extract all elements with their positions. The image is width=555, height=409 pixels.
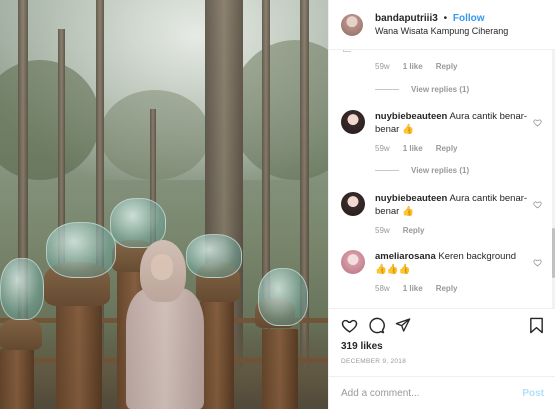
post-actions: 319 likes DECEMBER 9, 2018 — [329, 308, 555, 376]
truncated-comment-edge — [343, 50, 351, 52]
commenter-username[interactable]: nuybiebeauteen — [375, 193, 447, 204]
view-replies-button[interactable]: View replies (1) — [375, 166, 469, 175]
like-heart-icon[interactable] — [533, 258, 542, 267]
add-comment-bar: Post — [329, 376, 555, 409]
commenter-username[interactable]: nuybiebeauteen — [375, 111, 447, 122]
comment-age[interactable]: 59w — [375, 62, 390, 71]
comment-body: nuybiebeauteen Aura cantik benar-benar 👍 — [375, 192, 530, 218]
commenter-avatar[interactable] — [341, 110, 365, 134]
author-avatar[interactable] — [341, 13, 363, 36]
comment-age[interactable]: 58w — [375, 284, 390, 293]
bookmark-icon[interactable] — [529, 317, 544, 334]
heart-icon[interactable] — [341, 317, 358, 334]
like-heart-icon[interactable] — [533, 200, 542, 209]
photo-tint — [0, 0, 328, 409]
author-info: bandaputriii3 • Follow Wana Wisata Kampu… — [375, 12, 508, 38]
comment-item: ameliarosana Keren background 👍👍👍 — [341, 250, 544, 276]
action-icons — [341, 309, 544, 341]
share-icon[interactable] — [395, 317, 411, 333]
comment-item: nuybiebeauteen Aura cantik benar-benar 👍 — [341, 110, 544, 136]
comment-meta: 59w 1 like Reply — [375, 144, 458, 153]
comment-age[interactable]: 59w — [375, 226, 390, 235]
reply-button[interactable]: Reply — [436, 144, 458, 153]
comment-meta: 58w 1 like Reply — [375, 284, 458, 293]
commenter-avatar[interactable] — [341, 250, 365, 274]
view-replies-line — [375, 170, 399, 171]
view-replies-label: View replies (1) — [411, 85, 470, 94]
post-header: bandaputriii3 • Follow Wana Wisata Kampu… — [329, 0, 555, 50]
thumbs-up-icon: 👍 — [401, 124, 414, 135]
comment-likes[interactable]: 1 like — [403, 284, 423, 293]
header-separator: • — [443, 12, 448, 24]
add-comment-input[interactable] — [341, 387, 523, 399]
like-heart-icon[interactable] — [533, 118, 542, 127]
post-side-panel: bandaputriii3 • Follow Wana Wisata Kampu… — [328, 0, 555, 409]
thumbs-up-icon: 👍👍👍 — [375, 264, 411, 275]
comment-body: nuybiebeauteen Aura cantik benar-benar 👍 — [375, 110, 530, 136]
comment-body: ameliarosana Keren background 👍👍👍 — [375, 250, 530, 276]
author-username[interactable]: bandaputriii3 — [375, 13, 438, 24]
follow-button[interactable]: Follow — [453, 13, 485, 24]
comment-meta: 59w 1 like Reply — [375, 62, 458, 71]
comment-likes[interactable]: 1 like — [403, 62, 423, 71]
view-replies-button[interactable]: View replies (1) — [375, 85, 469, 94]
post-location[interactable]: Wana Wisata Kampung Ciherang — [375, 25, 508, 38]
reply-button[interactable]: Reply — [436, 284, 458, 293]
comment-item: nuybiebeauteen Aura cantik benar-benar 👍 — [341, 192, 544, 218]
reply-button[interactable]: Reply — [436, 62, 458, 71]
post-comment-button[interactable]: Post — [522, 388, 544, 399]
commenter-username[interactable]: ameliarosana — [375, 251, 436, 262]
view-replies-label: View replies (1) — [411, 166, 470, 175]
reply-button[interactable]: Reply — [403, 226, 425, 235]
post-photo[interactable] — [0, 0, 328, 409]
comment-age[interactable]: 59w — [375, 144, 390, 153]
commenter-avatar[interactable] — [341, 192, 365, 216]
comment-icon[interactable] — [368, 317, 385, 334]
post-date[interactable]: DECEMBER 9, 2018 — [341, 358, 544, 365]
thumbs-up-icon: 👍 — [401, 206, 414, 217]
comment-meta: 59w Reply — [375, 226, 424, 235]
view-replies-line — [375, 89, 399, 90]
comment-likes[interactable]: 1 like — [403, 144, 423, 153]
likes-count[interactable]: 319 likes — [341, 341, 544, 352]
comments-list[interactable]: 59w 1 like Reply View replies (1) nuybie… — [329, 50, 555, 308]
comment-text: Keren background — [438, 251, 517, 262]
